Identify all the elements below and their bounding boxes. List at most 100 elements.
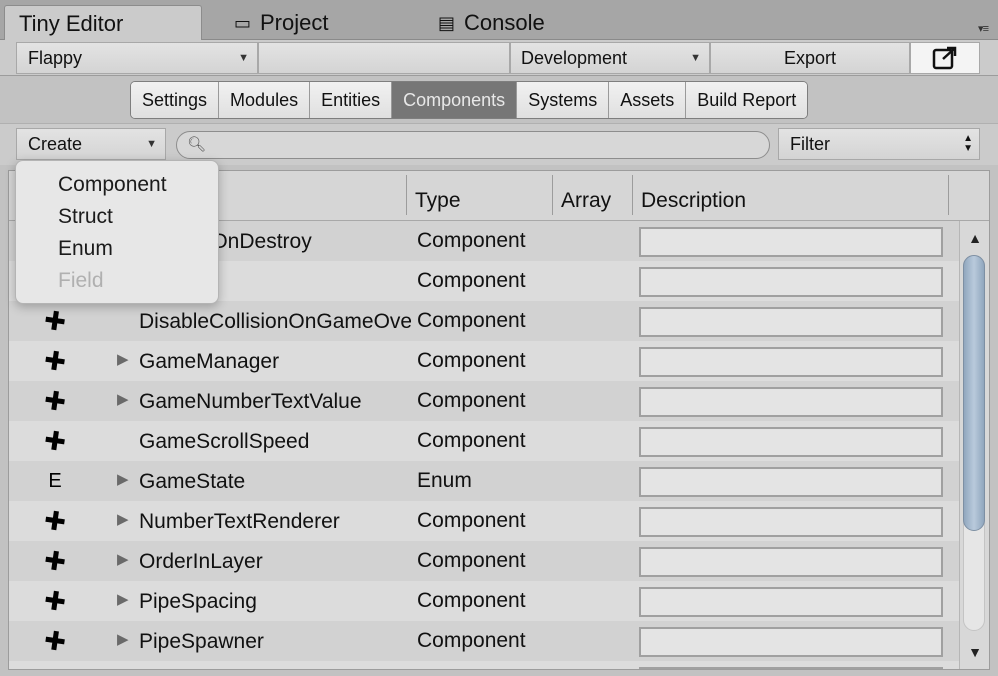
tab-project[interactable]: ▭ Project — [216, 5, 328, 40]
filter-dropdown[interactable]: Filter ▲ ▼ — [778, 128, 980, 160]
column-header-type[interactable]: Type — [406, 175, 552, 215]
tab-settings[interactable]: Settings — [131, 82, 220, 118]
tab-modules[interactable]: Modules — [219, 82, 311, 118]
row-type: Component — [417, 309, 526, 332]
enum-icon: E — [48, 470, 62, 492]
table-row[interactable]: ✚ ▶ GameManager Component — [9, 341, 959, 381]
description-field[interactable] — [639, 587, 943, 617]
row-name: OrderInLayer — [139, 550, 263, 573]
tab-label: Tiny Editor — [19, 11, 124, 36]
search-field[interactable]: 🔍︎ — [176, 131, 770, 159]
export-label: Export — [783, 48, 837, 68]
row-name: GameScrollSpeed — [139, 430, 310, 453]
column-header-array[interactable]: Array — [552, 175, 632, 215]
puzzle-icon: ✚ — [42, 344, 68, 378]
table-row[interactable]: ✚ — [9, 661, 959, 669]
create-dropdown-button[interactable]: Create ▼ — [16, 128, 166, 160]
description-field[interactable] — [639, 547, 943, 577]
description-field[interactable] — [639, 427, 943, 457]
updown-arrows-icon: ▲ ▼ — [963, 133, 973, 154]
tab-systems[interactable]: Systems — [517, 82, 610, 118]
folder-icon: ▭ — [234, 13, 252, 33]
project-dropdown[interactable]: Flappy ▼ — [16, 42, 258, 74]
puzzle-icon: ✚ — [42, 304, 68, 338]
configuration-dropdown[interactable]: Development ▼ — [510, 42, 710, 74]
row-name: DisableCollisionOnGameOver — [139, 310, 411, 333]
table-row[interactable]: ✚ GameScrollSpeed Component — [9, 421, 959, 461]
section-navbar: Settings Modules Entities Components Sys… — [0, 77, 998, 123]
description-field[interactable] — [639, 467, 943, 497]
row-type: Component — [417, 229, 526, 252]
description-field[interactable] — [639, 387, 943, 417]
console-icon: ▤ — [438, 13, 456, 33]
table-row[interactable]: ✚ DisableCollisionOnGameOver Component — [9, 301, 959, 341]
export-button[interactable]: Export — [710, 42, 910, 74]
table-row[interactable]: ✚ ▶ PipeSpacing Component — [9, 581, 959, 621]
puzzle-icon: ✚ — [42, 624, 68, 658]
create-label: Create — [28, 134, 83, 154]
row-type: Component — [417, 389, 526, 412]
row-name: GameState — [139, 470, 246, 493]
tab-console[interactable]: ▤ Console — [420, 5, 545, 40]
expand-arrow-icon[interactable]: ▶ — [117, 550, 129, 568]
open-window-button[interactable] — [910, 42, 980, 74]
puzzle-icon: ✚ — [42, 384, 68, 418]
description-field[interactable] — [639, 507, 943, 537]
row-name: GameManager — [139, 350, 280, 373]
description-field[interactable] — [639, 347, 943, 377]
description-field[interactable] — [639, 267, 943, 297]
column-header-spacer — [948, 175, 989, 215]
menu-item-enum[interactable]: Enum — [16, 233, 218, 265]
toolbar-spacer — [258, 42, 510, 74]
tab-label: Console — [464, 10, 545, 35]
chevron-down-icon: ▼ — [690, 52, 701, 64]
row-type: Component — [417, 429, 526, 452]
tab-assets[interactable]: Assets — [609, 82, 687, 118]
scroll-down-arrow-icon[interactable]: ▼ — [960, 639, 989, 665]
tab-tiny-editor[interactable]: Tiny Editor — [4, 5, 202, 40]
expand-arrow-icon[interactable]: ▶ — [117, 390, 129, 408]
expand-arrow-icon[interactable]: ▶ — [117, 630, 129, 648]
tab-menu-icon[interactable]: ▾≡ — [978, 22, 989, 35]
search-icon: 🔍︎ — [187, 136, 207, 153]
menu-item-struct[interactable]: Struct — [16, 201, 218, 233]
row-type: Enum — [417, 469, 472, 492]
expand-arrow-icon[interactable]: ▶ — [117, 590, 129, 608]
tab-components[interactable]: Components — [392, 82, 518, 118]
table-row[interactable]: ✚ ▶ NumberTextRenderer Component — [9, 501, 959, 541]
window-tabstrip: Tiny Editor ▭ Project ▤ Console ▾≡ — [0, 0, 998, 40]
vertical-scrollbar[interactable]: ▲ ▼ — [959, 221, 989, 669]
column-header-description[interactable]: Description — [632, 175, 948, 215]
search-input[interactable] — [207, 135, 747, 155]
table-row[interactable]: ✚ ▶ PipeSpawner Component — [9, 621, 959, 661]
scroll-up-arrow-icon[interactable]: ▲ — [960, 225, 989, 251]
tab-entities[interactable]: Entities — [310, 82, 393, 118]
row-name: NumberTextRenderer — [139, 510, 340, 533]
configuration-label: Development — [521, 48, 628, 68]
row-type: Component — [417, 269, 526, 292]
filter-label: Filter — [790, 134, 830, 154]
create-menu: Component Struct Enum Field — [15, 160, 219, 304]
menu-item-component[interactable]: Component — [16, 169, 218, 201]
search-row: Create ▼ 🔍︎ Filter ▲ ▼ — [0, 123, 998, 165]
table-row[interactable]: E ▶ GameState Enum — [9, 461, 959, 501]
description-field[interactable] — [639, 627, 943, 657]
table-row[interactable]: ✚ ▶ GameNumberTextValue Component — [9, 381, 959, 421]
description-field[interactable] — [639, 667, 943, 669]
description-field[interactable] — [639, 307, 943, 337]
section-tabs: Settings Modules Entities Components Sys… — [130, 81, 809, 119]
tab-build-report[interactable]: Build Report — [686, 82, 808, 118]
chevron-down-icon: ▼ — [238, 52, 249, 64]
external-window-icon — [932, 46, 957, 70]
project-name: Flappy — [28, 48, 83, 68]
row-type: Component — [417, 629, 526, 652]
table-row[interactable]: ✚ ▶ OrderInLayer Component — [9, 541, 959, 581]
puzzle-icon: ✚ — [42, 584, 68, 618]
expand-arrow-icon[interactable]: ▶ — [117, 350, 129, 368]
row-name: PipeSpacing — [139, 590, 257, 613]
row-name — [139, 661, 411, 669]
expand-arrow-icon[interactable]: ▶ — [117, 470, 129, 488]
description-field[interactable] — [639, 227, 943, 257]
scroll-thumb[interactable] — [963, 255, 985, 531]
expand-arrow-icon[interactable]: ▶ — [117, 510, 129, 528]
